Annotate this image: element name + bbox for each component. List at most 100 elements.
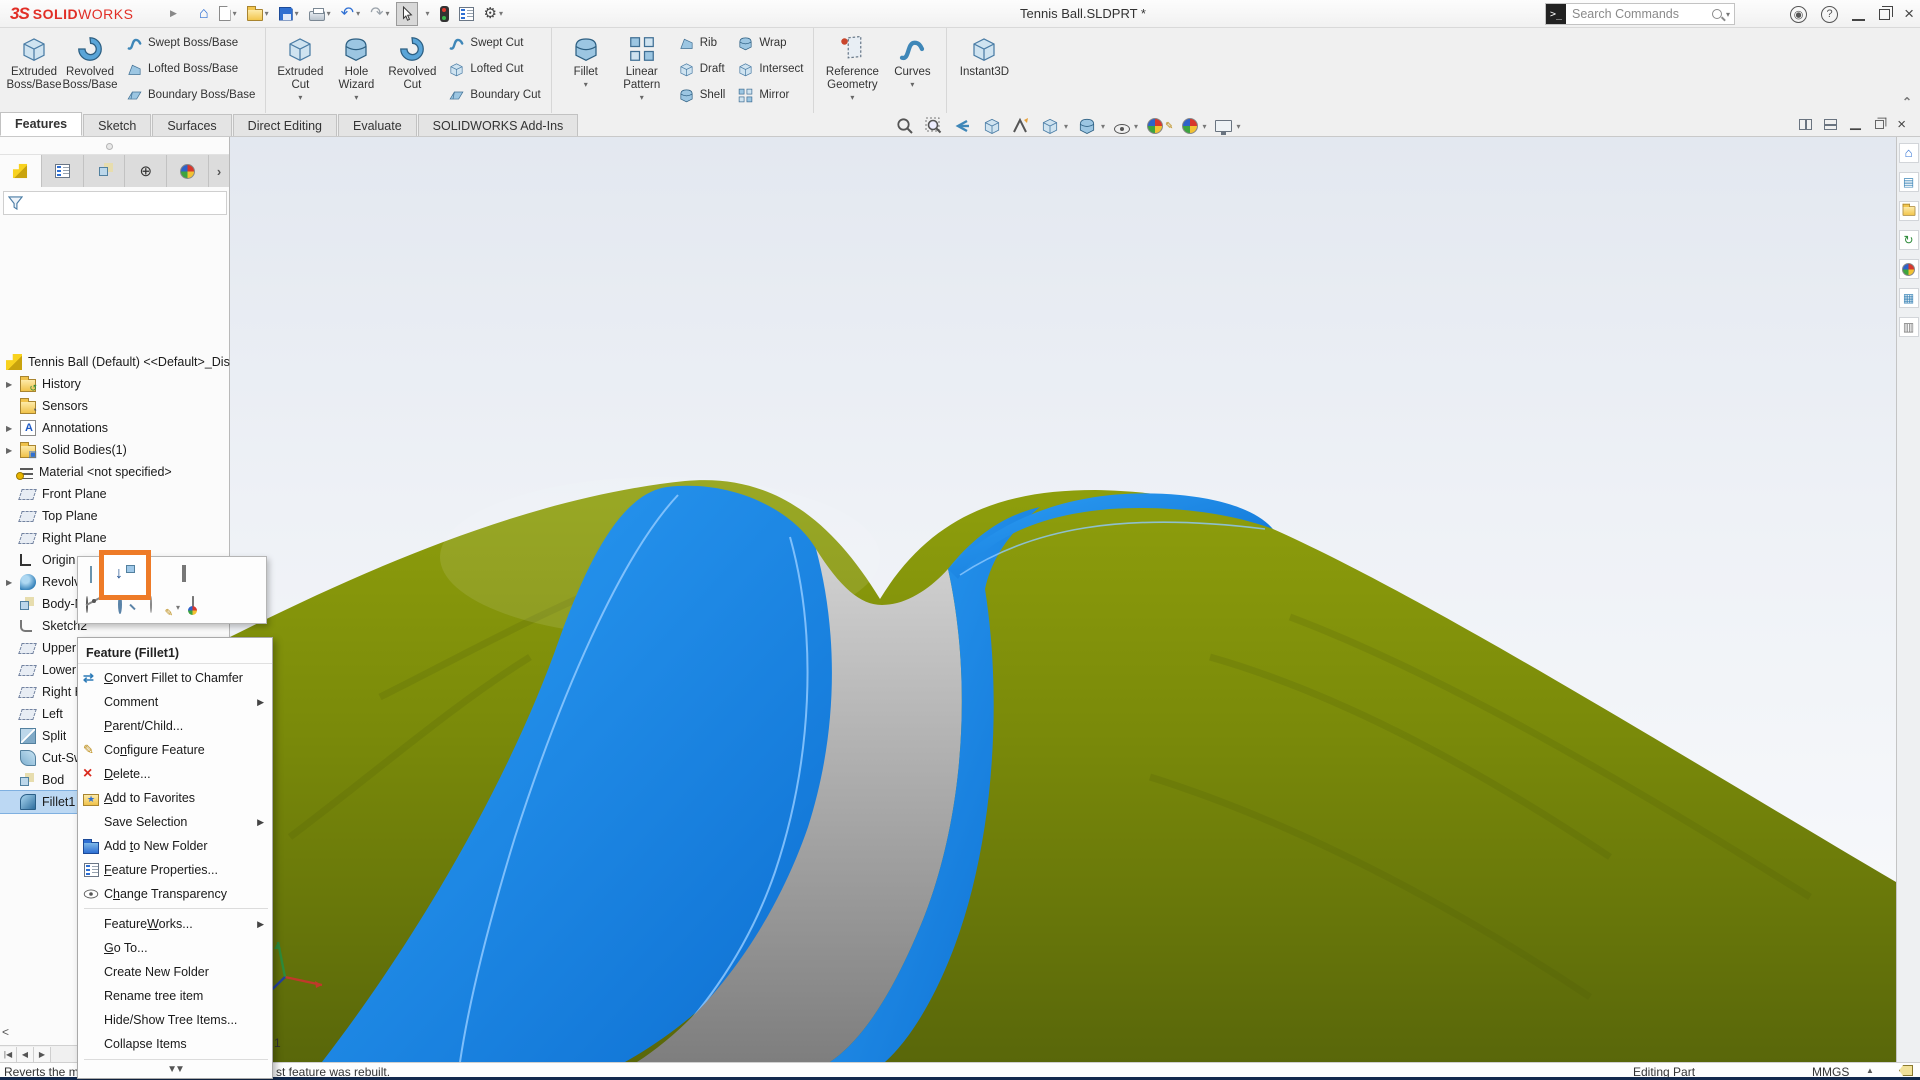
view-palette-button[interactable]: ↻ (1899, 230, 1919, 250)
save-button[interactable]: ▾ (275, 2, 303, 26)
expand-arrow-icon[interactable]: ▶ (6, 446, 20, 455)
zoom-to-area-button[interactable] (924, 116, 944, 136)
search-icon[interactable] (1712, 9, 1722, 19)
menu-item-feature-properties[interactable]: Feature Properties... (78, 858, 272, 882)
chevron-down-icon[interactable]: ▾ (233, 9, 237, 18)
swept-boss-base-button[interactable]: Swept Boss/Base (122, 30, 259, 56)
edit-appearance-button[interactable]: ✎ (150, 597, 170, 617)
chevron-down-icon[interactable]: ▾ (327, 9, 331, 18)
doc-restore-button[interactable] (1875, 120, 1884, 129)
tree-filter-box[interactable] (3, 191, 227, 215)
extruded-boss-base-button[interactable]: ExtrudedBoss/Base (6, 30, 62, 113)
tree-item-annotations[interactable]: ▶ Annotations (0, 417, 230, 439)
instant3d-button[interactable]: Instant3D (953, 30, 1015, 113)
curves-button[interactable]: Curves ▾ (884, 30, 940, 113)
redo-button[interactable]: ↷▾ (366, 2, 393, 26)
chevron-down-icon[interactable]: ▾ (1236, 122, 1240, 131)
extruded-cut-button[interactable]: ExtrudedCut ▾ (272, 30, 328, 113)
custom-properties-button[interactable]: ▦ (1899, 288, 1919, 308)
file-explorer-button[interactable] (1899, 201, 1919, 221)
expand-arrow-icon[interactable]: ▶ (6, 578, 20, 587)
scroll-prev-button[interactable]: ◀ (17, 1047, 34, 1062)
intersect-button[interactable]: Intersect (733, 56, 807, 82)
swept-cut-button[interactable]: Swept Cut (444, 30, 544, 56)
tree-item-material[interactable]: Material <not specified> (0, 461, 230, 483)
chevron-down-icon[interactable]: ▾ (176, 603, 180, 612)
section-view-button[interactable] (982, 116, 1002, 136)
forum-button[interactable]: ▥ (1899, 317, 1919, 337)
chevron-down-icon[interactable]: ▾ (910, 80, 914, 88)
tree-item-top-plane[interactable]: Top Plane (0, 505, 230, 527)
tab-sketch[interactable]: Sketch (83, 114, 151, 136)
menu-item-configure-feature[interactable]: ✎ Configure Feature (78, 738, 272, 762)
lofted-boss-base-button[interactable]: Lofted Boss/Base (122, 56, 259, 82)
draft-button[interactable]: Draft (674, 56, 730, 82)
wrap-button[interactable]: Wrap (733, 30, 807, 56)
revolved-boss-base-button[interactable]: RevolvedBoss/Base (62, 30, 118, 113)
appearances-button[interactable] (1899, 259, 1919, 279)
menu-item-convert-fillet-to-chamfer[interactable]: ⇄ Convert Fillet to Chamfer (78, 666, 272, 690)
chevron-down-icon[interactable]: ▾ (295, 9, 299, 18)
home-button[interactable]: ⌂ (195, 2, 213, 26)
apply-scene-button[interactable]: ▾ (1182, 118, 1206, 134)
open-button[interactable]: ▾ (243, 2, 273, 26)
chevron-down-icon[interactable]: ▾ (265, 9, 269, 18)
panel-collapse-arrow[interactable]: < (2, 1025, 9, 1039)
design-library-button[interactable]: ▤ (1899, 172, 1919, 192)
tennis-ball-model[interactable]: z (230, 137, 1896, 1062)
chevron-down-icon[interactable]: ▾ (1202, 122, 1206, 131)
display-style-button[interactable]: ▾ (1077, 116, 1105, 136)
revolved-cut-button[interactable]: RevolvedCut (384, 30, 440, 113)
displaymanager-tab[interactable] (167, 155, 209, 187)
chevron-down-icon[interactable]: ▾ (499, 9, 503, 18)
previous-view-button[interactable] (953, 116, 973, 136)
select-tool-flyout[interactable]: ▾ (420, 2, 434, 26)
tab-solidworks-add-ins[interactable]: SOLIDWORKS Add-Ins (418, 114, 579, 136)
panel-tabs-expand-icon[interactable]: › (209, 155, 229, 187)
menu-item-add-to-favorites[interactable]: Add to Favorites (78, 786, 272, 810)
menu-item-go-to[interactable]: Go To... (78, 936, 272, 960)
boundary-boss-base-button[interactable]: Boundary Boss/Base (122, 82, 259, 108)
tree-item-front-plane[interactable]: Front Plane (0, 483, 230, 505)
zoom-to-fit-button[interactable] (895, 116, 915, 136)
close-button[interactable]: × (1904, 6, 1914, 22)
new-document-button[interactable]: ▾ (215, 2, 241, 26)
shell-button[interactable]: Shell (674, 82, 730, 108)
print-button[interactable]: ▾ (305, 2, 335, 26)
menu-item-create-new-folder[interactable]: Create New Folder (78, 960, 272, 984)
doc-minimize-button[interactable] (1850, 119, 1861, 130)
chevron-down-icon[interactable]: ▾ (1101, 122, 1105, 131)
configurationmanager-tab[interactable] (84, 155, 126, 187)
search-commands-box[interactable]: >_ Search Commands ▾ (1545, 3, 1735, 25)
undo-button[interactable]: ↶▾ (337, 2, 364, 26)
scroll-next-button[interactable]: ▶ (34, 1047, 51, 1062)
menu-item-hide-show-tree-items[interactable]: Hide/Show Tree Items... (78, 1008, 272, 1032)
menu-item-delete[interactable]: × Delete... (78, 762, 272, 786)
propertymanager-tab[interactable] (42, 155, 84, 187)
menu-item-add-to-new-folder[interactable]: Add to New Folder (78, 834, 272, 858)
menu-item-change-transparency[interactable]: Change Transparency (78, 882, 272, 906)
menu-flyout-arrow-icon[interactable]: ▶ (170, 8, 177, 19)
linear-pattern-button[interactable]: LinearPattern ▾ (614, 30, 670, 113)
tab-features[interactable]: Features (0, 112, 82, 136)
chevron-down-icon[interactable]: ▾ (354, 93, 358, 101)
reference-geometry-button[interactable]: ReferenceGeometry ▾ (820, 30, 884, 113)
fillet-button[interactable]: Fillet ▾ (558, 30, 614, 113)
menu-item-rename-tree-item[interactable]: Rename tree item (78, 984, 272, 1008)
zoom-to-selection-button[interactable] (118, 597, 138, 617)
hide-button[interactable] (86, 597, 106, 617)
lofted-cut-button[interactable]: Lofted Cut (444, 56, 544, 82)
rebuild-button[interactable] (436, 2, 453, 26)
view-orientation-button[interactable]: ▾ (1040, 116, 1068, 136)
chevron-down-icon[interactable]: ▾ (1134, 122, 1138, 131)
chevron-down-icon[interactable]: ▾ (584, 80, 588, 88)
menu-item-featureworks[interactable]: FeatureWorks... ▶ (78, 912, 272, 936)
doc-close-button[interactable]: × (1897, 116, 1906, 133)
select-tool-button[interactable] (396, 2, 418, 26)
minimize-button[interactable] (1852, 8, 1865, 21)
dimxpertmanager-tab[interactable]: ⊕ (125, 155, 167, 187)
ribbon-collapse-chevron-icon[interactable]: ⌃ (1902, 95, 1912, 109)
user-account-icon[interactable]: ◉ (1790, 6, 1807, 23)
search-dropdown-icon[interactable]: ▾ (1726, 10, 1730, 19)
rib-button[interactable]: Rib (674, 30, 730, 56)
